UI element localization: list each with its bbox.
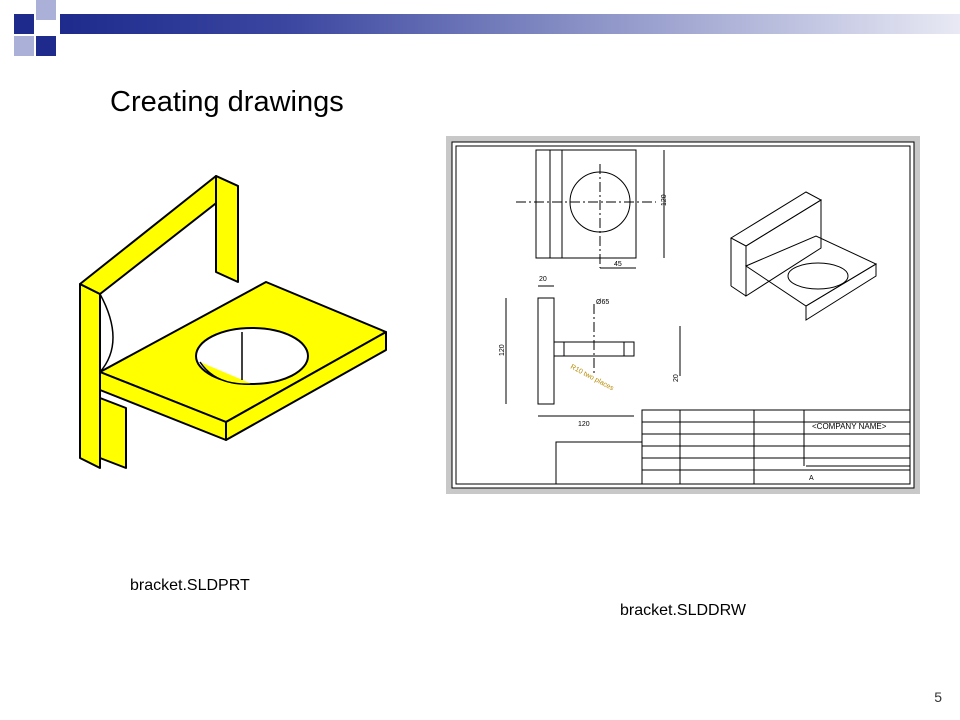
slide-title: Creating drawings	[110, 86, 344, 118]
dim-120-top: 120	[661, 194, 668, 206]
part-caption: bracket.SLDPRT	[130, 577, 250, 594]
dim-20-top: 20	[539, 276, 547, 283]
header-square-dark	[14, 14, 34, 34]
page-number: 5	[934, 689, 942, 705]
drawing-caption: bracket.SLDDRW	[620, 602, 746, 619]
header-square-dark-2	[36, 36, 56, 56]
header-bar	[60, 14, 960, 34]
company-name: <COMPANY NAME>	[812, 422, 887, 431]
header-square-light	[36, 0, 56, 20]
dim-phi65: Ø65	[596, 299, 609, 306]
dim-120-bottom: 120	[578, 421, 590, 428]
bracket-drawing-image: 120 45 20 Ø65 120 120 20 R10 two places …	[446, 136, 920, 494]
bracket-part-image	[79, 175, 387, 469]
header-square-light-2	[14, 36, 34, 56]
sheet-size: A	[809, 475, 814, 482]
dim-45: 45	[614, 261, 622, 268]
dim-20-right: 20	[673, 374, 680, 382]
dim-120-side: 120	[499, 344, 506, 356]
